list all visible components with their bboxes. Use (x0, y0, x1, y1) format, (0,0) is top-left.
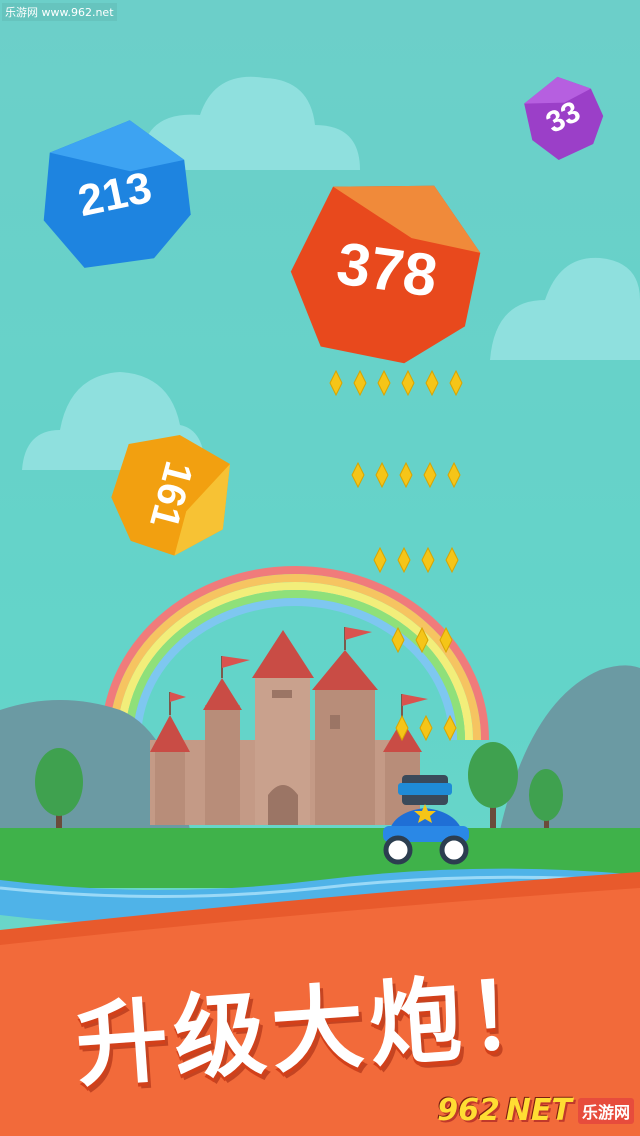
watermark-top: 乐游网 www.962.net (2, 3, 117, 21)
brand-sub: 乐游网 (577, 1097, 634, 1124)
rock-378[interactable]: 378 (280, 168, 488, 372)
rock-33[interactable]: 33 (512, 66, 615, 169)
brand-logo-net: NET (505, 1093, 572, 1128)
brand-logo-962: 962 (437, 1093, 500, 1128)
rock-213[interactable]: 213 (27, 111, 203, 279)
brand-logo: 962 NET 乐游网 (437, 1093, 634, 1128)
rock-label: 378 (333, 229, 441, 309)
rock-161[interactable]: 161 (101, 422, 244, 566)
